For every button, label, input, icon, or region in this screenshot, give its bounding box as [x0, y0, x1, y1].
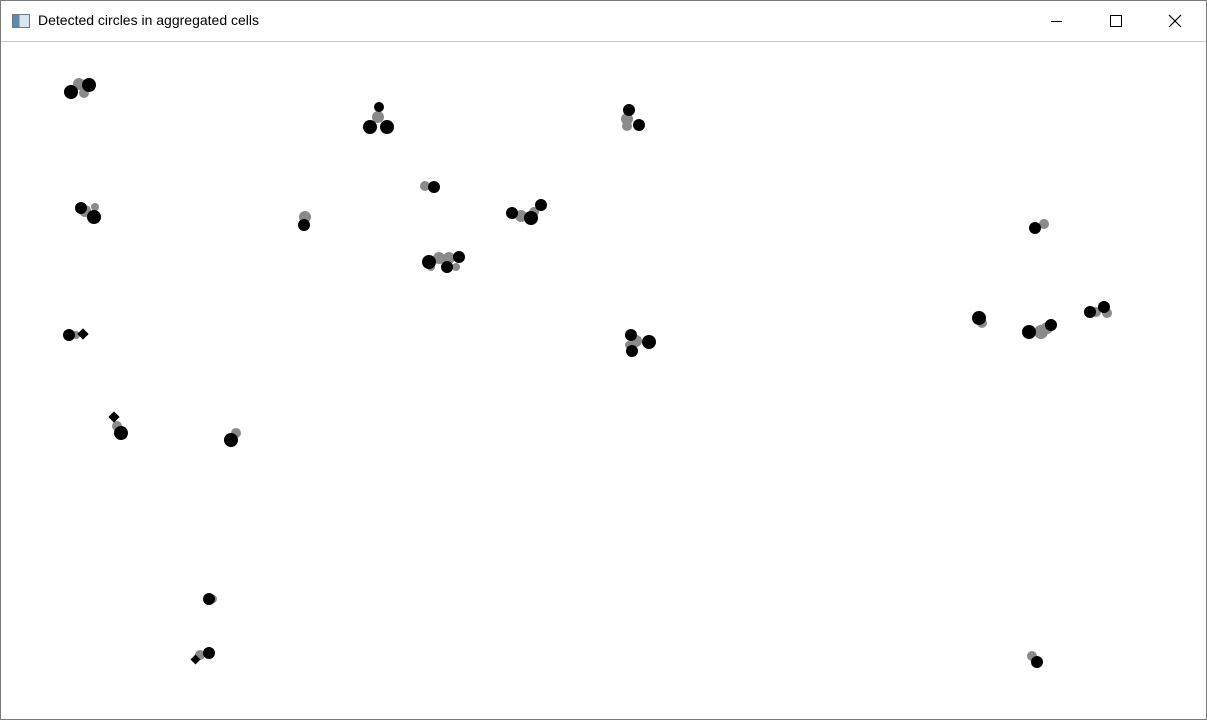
minimize-button[interactable] — [1029, 1, 1087, 41]
detected-circles — [63, 78, 1110, 668]
minimize-icon — [1051, 21, 1062, 22]
detected-circles-image — [63, 78, 1112, 668]
maximize-button[interactable] — [1087, 1, 1145, 41]
window-title: Detected circles in aggregated cells — [38, 12, 260, 28]
close-button[interactable] — [1145, 1, 1203, 41]
maximize-icon — [1110, 15, 1122, 27]
app-window-icon[interactable] — [12, 14, 30, 28]
cell-blobs — [72, 78, 1112, 661]
app-window: Detected circles in aggregated cells — [0, 0, 1207, 720]
image-canvas — [1, 42, 1206, 719]
close-icon — [1168, 14, 1182, 28]
title-bar[interactable]: Detected circles in aggregated cells — [1, 1, 1206, 42]
